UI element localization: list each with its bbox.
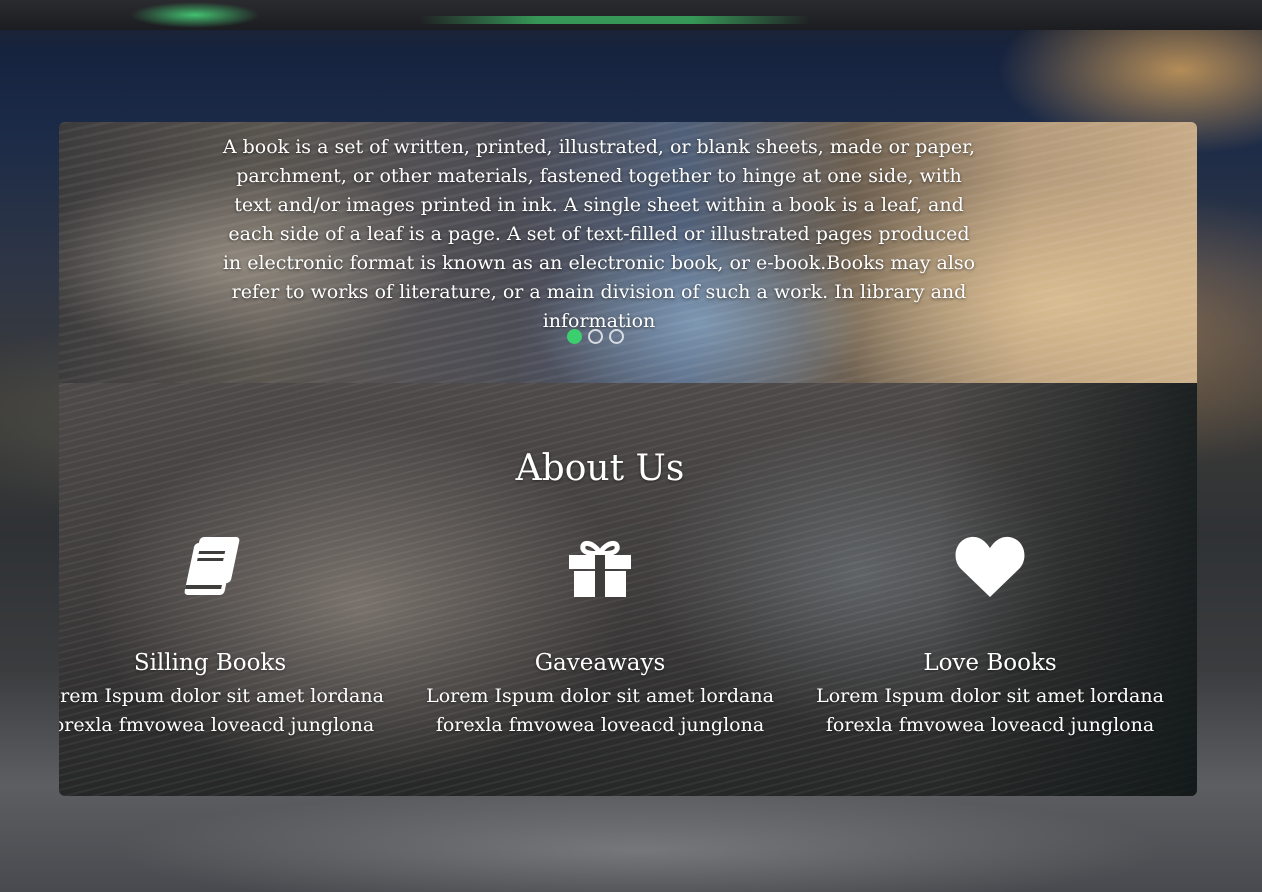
feature-giveaways: Gaveaways Lorem Ispum dolor sit amet lor… bbox=[405, 533, 795, 740]
slider-dot-3[interactable] bbox=[609, 329, 624, 344]
top-bar-glow bbox=[130, 2, 260, 28]
feature-title: Gaveaways bbox=[534, 650, 666, 676]
slider-dot-2[interactable] bbox=[588, 329, 603, 344]
feature-description: Lorem Ispum dolor sit amet lordana forex… bbox=[426, 685, 774, 736]
slider-dot-1[interactable] bbox=[567, 329, 582, 344]
feature-description: Lorem Ispum dolor sit amet lordana forex… bbox=[816, 685, 1164, 736]
hero-slider: A book is a set of written, printed, ill… bbox=[59, 122, 1197, 383]
heart-icon bbox=[955, 536, 1025, 597]
feature-description: Lorem Ispum dolor sit amet lordana forex… bbox=[59, 685, 384, 736]
slider-pagination bbox=[567, 329, 624, 344]
about-section: About Us Silling Books Lorem Ispum dolor… bbox=[59, 383, 1197, 796]
feature-love-books: Love Books Lorem Ispum dolor sit amet lo… bbox=[795, 533, 1185, 740]
gift-icon bbox=[569, 541, 631, 597]
book-icon bbox=[184, 537, 240, 595]
feature-title: Silling Books bbox=[133, 650, 287, 676]
feature-title: Love Books bbox=[923, 650, 1057, 676]
top-bar bbox=[0, 0, 1262, 30]
slider-caption: A book is a set of written, printed, ill… bbox=[222, 136, 976, 332]
about-title: About Us bbox=[515, 448, 685, 489]
feature-selling-books: Silling Books Lorem Ispum dolor sit amet… bbox=[59, 533, 405, 740]
top-bar-line bbox=[420, 16, 810, 24]
